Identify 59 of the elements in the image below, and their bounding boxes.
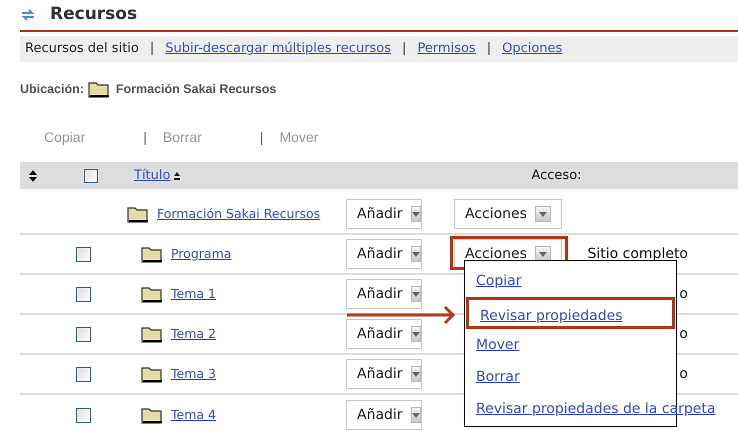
checkbox[interactable]	[76, 408, 91, 422]
checkbox[interactable]	[76, 246, 91, 262]
folder-link[interactable]: Tema 3	[171, 364, 216, 384]
add-dropdown[interactable]: Añadir	[346, 279, 422, 309]
add-dropdown[interactable]: Añadir	[346, 199, 422, 229]
folder-link[interactable]: Programa	[171, 244, 232, 264]
nav-link[interactable]: Opciones	[502, 39, 562, 59]
nav-link[interactable]: Subir-descargar múltiples recursos	[165, 39, 392, 59]
access-text: o	[679, 324, 688, 344]
separator: |	[401, 40, 408, 58]
sort-ascending-icon[interactable]	[172, 170, 182, 180]
caret-icon	[412, 412, 420, 418]
folder-link[interactable]: Tema 4	[171, 406, 216, 424]
folder-icon	[141, 406, 163, 424]
nav-label: Recursos del sitio	[25, 40, 139, 58]
add-dropdown[interactable]: Añadir	[346, 239, 422, 269]
add-dropdown[interactable]: Añadir	[346, 400, 422, 430]
folder-link[interactable]: Tema 2	[171, 324, 216, 344]
folder-icon	[141, 285, 163, 303]
nav-link[interactable]: Permisos	[417, 39, 476, 59]
separator: |	[260, 128, 264, 147]
caret-icon	[538, 252, 547, 256]
page-title: Recursos	[50, 3, 138, 26]
access-text: Sitio completo	[587, 244, 688, 264]
caret-icon	[538, 212, 547, 216]
column-header: Acceso:	[531, 166, 582, 185]
menu-item[interactable]: Mover	[465, 329, 676, 361]
caret-icon	[412, 212, 420, 216]
separator: |	[486, 40, 492, 58]
checkbox[interactable]	[76, 286, 91, 302]
add-dropdown[interactable]: Añadir	[346, 359, 422, 389]
arrow-icon	[347, 305, 457, 325]
caret-icon	[412, 372, 420, 376]
location-label: Ubicación:	[20, 80, 84, 98]
separator: |	[148, 40, 156, 58]
access-text: o	[679, 364, 688, 384]
actions-dropdown[interactable]: Acciones	[454, 199, 562, 229]
checkbox[interactable]	[76, 326, 91, 342]
folder-icon	[141, 325, 163, 343]
folder-icon	[141, 365, 163, 383]
location-path: Formación Sakai Recursos	[116, 80, 276, 98]
access-text: o	[679, 284, 688, 304]
folder-icon	[88, 80, 110, 98]
refresh-icon	[20, 7, 36, 23]
checkbox[interactable]	[84, 168, 98, 182]
folder-icon	[127, 205, 149, 223]
add-dropdown[interactable]: Añadir	[346, 319, 422, 349]
checkbox[interactable]	[76, 366, 91, 382]
caret-icon	[412, 252, 420, 256]
menu-item[interactable]: Revisar propiedades	[466, 297, 675, 329]
caret-icon	[412, 332, 420, 336]
separator: |	[143, 128, 147, 147]
sort-icon[interactable]	[28, 170, 38, 182]
caret-icon	[412, 292, 420, 296]
folder-link[interactable]: Formación Sakai Recursos	[157, 204, 320, 224]
column-header[interactable]: Título	[134, 166, 170, 186]
folder-icon	[141, 245, 163, 263]
menu-item[interactable]: Borrar	[465, 361, 676, 393]
folder-link[interactable]: Tema 1	[171, 284, 216, 304]
